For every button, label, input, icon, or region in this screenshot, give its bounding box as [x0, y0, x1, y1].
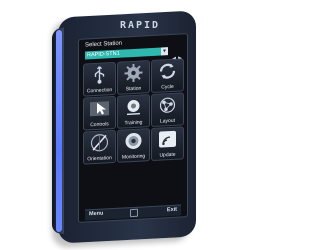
tile-label: Cycle: [161, 83, 174, 91]
tile-label: Monitoring: [121, 153, 146, 161]
tile-label: Controls: [90, 121, 109, 129]
tile-label: Station: [125, 85, 142, 93]
station-select[interactable]: RAPID-STN1: [85, 47, 161, 60]
device-screen: Select Station RAPID-STN1 ▼ ◀▶ Connectio…: [78, 33, 188, 223]
tile-orientation[interactable]: Orientation: [83, 129, 116, 165]
tile-connection[interactable]: Connection: [83, 61, 116, 97]
device-brand-label: RAPID: [119, 20, 161, 31]
device-blue-edge: [56, 29, 62, 233]
tile-update[interactable]: Update: [151, 126, 184, 162]
tile-layout[interactable]: Layout: [151, 92, 184, 128]
dropdown-arrow-icon[interactable]: ▼: [161, 47, 168, 56]
tile-grid: Connection Station Cycle Controls Traini…: [83, 58, 184, 165]
tile-label: Training: [124, 119, 143, 127]
cycle-icon: [159, 63, 176, 79]
tile-monitoring[interactable]: Monitoring: [117, 128, 150, 163]
tile-training[interactable]: Training: [117, 94, 150, 129]
pointer-icon: [90, 101, 109, 117]
bottom-bar: Menu Exit: [85, 204, 181, 221]
signal-icon: [159, 130, 176, 148]
usb-icon: [94, 66, 105, 84]
monitor-icon: [125, 132, 142, 149]
station-nav: ◀▶: [171, 46, 185, 62]
menu-button[interactable]: Menu: [89, 211, 103, 218]
tile-label: Connection: [86, 87, 113, 95]
compass-icon: [90, 134, 109, 152]
tile-cycle[interactable]: Cycle: [151, 58, 184, 94]
tile-station[interactable]: Station: [117, 60, 150, 95]
network-icon: [159, 97, 176, 113]
tile-label: Orientation: [87, 155, 112, 163]
tile-label: Update: [159, 151, 176, 159]
tile-label: Layout: [159, 117, 175, 125]
training-icon: [127, 99, 140, 116]
station-title: Select Station: [85, 40, 123, 49]
exit-button[interactable]: Exit: [167, 207, 177, 214]
tile-controls[interactable]: Controls: [83, 95, 116, 131]
home-icon[interactable]: [130, 208, 138, 218]
gear-icon: [124, 63, 143, 83]
